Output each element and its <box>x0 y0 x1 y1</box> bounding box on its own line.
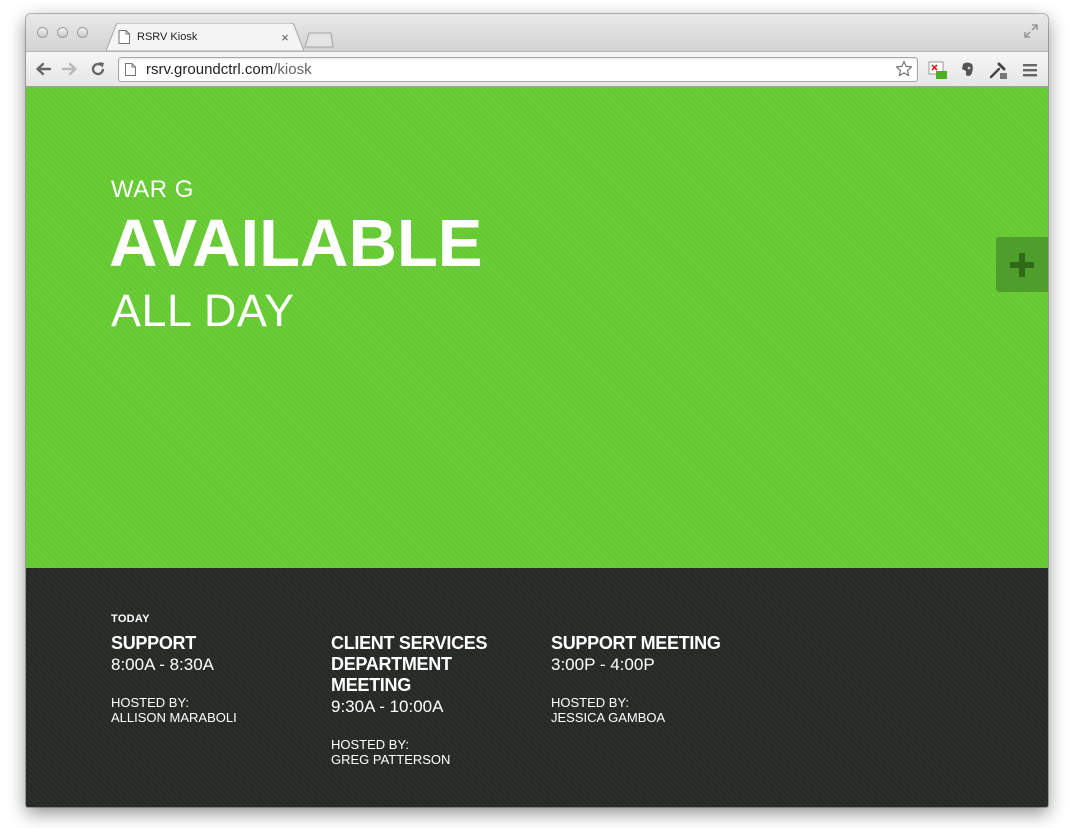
eyedropper-icon[interactable] <box>988 60 1008 80</box>
meeting-time: 3:00P - 4:00P <box>551 655 655 674</box>
room-status: AVAILABLE <box>109 206 483 281</box>
arrow-left-icon <box>36 62 52 76</box>
url-host: rsrv.groundctrl.com <box>146 61 274 78</box>
meeting-item: SUPPORT MEETING 3:00P - 4:00P HOSTED BY:… <box>551 633 751 725</box>
availability-duration: ALL DAY <box>111 285 295 336</box>
meeting-host: JESSICA GAMBOA <box>551 710 666 725</box>
extension-icon[interactable] <box>928 60 948 80</box>
meeting-time: 8:00A - 8:30A <box>111 655 215 674</box>
schedule-heading: TODAY <box>111 613 150 625</box>
zoom-window-button[interactable] <box>77 27 88 38</box>
page-icon <box>125 63 136 76</box>
close-window-button[interactable] <box>37 27 48 38</box>
back-button[interactable] <box>33 60 53 78</box>
page-icon <box>118 30 130 44</box>
add-reservation-button[interactable] <box>996 237 1048 292</box>
forward-button[interactable] <box>60 60 80 78</box>
reload-icon <box>91 62 105 76</box>
meeting-host-label: HOSTED BY: <box>331 737 410 752</box>
meeting-title: SUPPORT <box>111 633 196 653</box>
meeting-host-label: HOSTED BY: <box>551 695 630 710</box>
address-bar[interactable]: rsrv.groundctrl.com/kiosk <box>118 57 918 82</box>
room-status-panel: WAR G AVAILABLE ALL DAY <box>26 87 1048 568</box>
arrow-right-icon <box>61 62 77 76</box>
browser-window: RSRV Kiosk × rsrv.groundctrl.com/kiosk W… <box>26 14 1048 807</box>
tab-title: RSRV Kiosk <box>137 31 198 43</box>
tab-bar: RSRV Kiosk × <box>26 14 1048 51</box>
meeting-host: ALLISON MARABOLI <box>111 710 237 725</box>
meeting-title: SUPPORT MEETING <box>551 633 721 653</box>
fullscreen-icon[interactable] <box>1024 24 1038 38</box>
minimize-window-button[interactable] <box>57 27 68 38</box>
meeting-time: 9:30A - 10:00A <box>331 697 444 716</box>
plus-icon <box>1010 252 1034 277</box>
new-tab-button[interactable] <box>304 32 334 48</box>
meeting-host: GREG PATTERSON <box>331 752 451 767</box>
reload-button[interactable] <box>88 60 108 78</box>
meeting-host-label: HOSTED BY: <box>111 695 190 710</box>
menu-icon[interactable] <box>1020 60 1040 80</box>
evernote-icon[interactable] <box>958 60 978 80</box>
url-path: /kiosk <box>273 61 312 78</box>
meeting-title: CLIENT SERVICES DEPARTMENT MEETING <box>331 633 488 695</box>
meeting-item: CLIENT SERVICES DEPARTMENT MEETING 9:30A… <box>331 633 501 767</box>
address-url: rsrv.groundctrl.com/kiosk <box>146 61 312 78</box>
tab-close-button[interactable]: × <box>278 30 292 45</box>
tab-content[interactable]: RSRV Kiosk × <box>116 23 296 51</box>
room-name: WAR G <box>111 176 194 203</box>
browser-toolbar: rsrv.groundctrl.com/kiosk <box>26 51 1048 87</box>
meeting-item: SUPPORT 8:00A - 8:30A HOSTED BY: ALLISON… <box>111 633 311 725</box>
kiosk-page: WAR G AVAILABLE ALL DAY TODAY SUPPORT 8:… <box>26 87 1048 807</box>
bookmark-star-icon[interactable] <box>895 60 913 78</box>
schedule-panel: TODAY SUPPORT 8:00A - 8:30A HOSTED BY: A… <box>26 568 1048 807</box>
